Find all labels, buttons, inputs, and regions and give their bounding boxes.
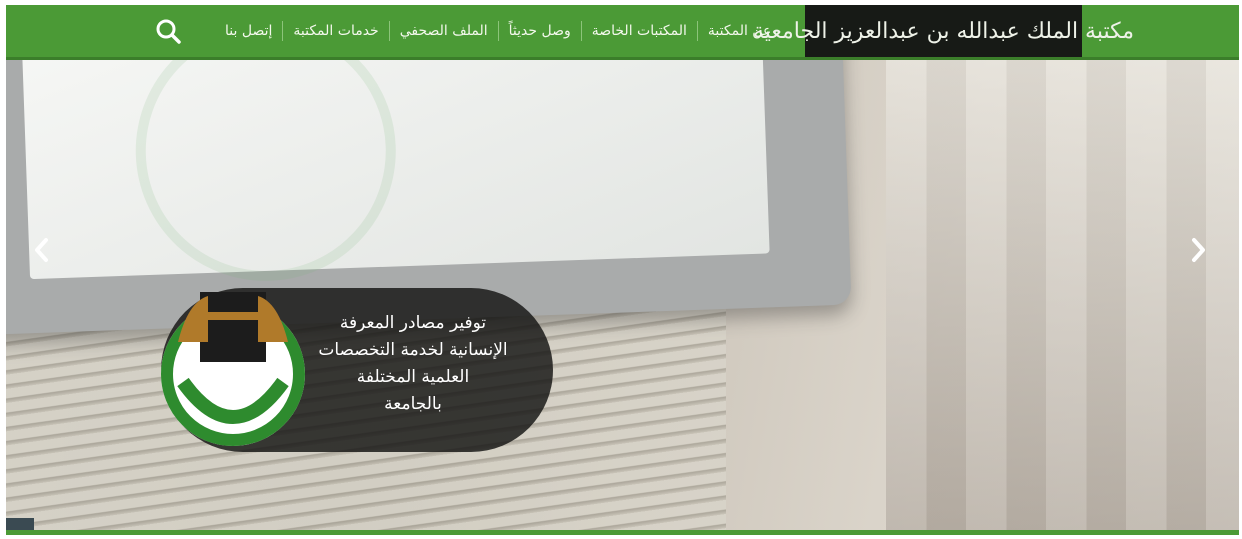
university-logo-icon	[161, 292, 305, 446]
caption-line: الإنسانية لخدمة التخصصات	[318, 340, 508, 360]
university-watermark	[131, 60, 401, 286]
menu-press-file[interactable]: الملف الصحفي	[390, 5, 498, 57]
menu-special-libraries[interactable]: المكتبات الخاصة	[582, 5, 697, 57]
hero-slider: توفير مصادر المعرفة الإنسانية لخدمة التخ…	[6, 60, 1239, 530]
library-name: مكتبة الملك عبدالله بن عبدالعزيز الجامعي…	[752, 18, 1135, 44]
chevron-right-icon[interactable]	[1186, 235, 1210, 265]
bottom-green-bar	[6, 530, 1239, 535]
menu-contact-us[interactable]: إتصل بنا	[215, 5, 282, 57]
hero-background-readers	[886, 60, 1239, 530]
caption-line: توفير مصادر المعرفة	[339, 313, 487, 333]
tablet-screen	[21, 60, 770, 286]
caption-line: بالجامعة	[384, 394, 442, 414]
menu-new-arrivals[interactable]: وصل حديثاً	[499, 5, 581, 57]
page-frame: مكتبة الملك عبدالله بن عبدالعزيز الجامعي…	[6, 5, 1239, 535]
menu-about-library[interactable]: عن المكتبة	[698, 5, 781, 57]
library-logo[interactable]: مكتبة الملك عبدالله بن عبدالعزيز الجامعي…	[753, 5, 1134, 57]
caption-line: العلمية المختلفة	[356, 367, 470, 387]
top-navigation: مكتبة الملك عبدالله بن عبدالعزيز الجامعي…	[6, 5, 1239, 60]
search-icon[interactable]	[154, 17, 182, 45]
menu-library-services[interactable]: خدمات المكتبة	[283, 5, 388, 57]
hero-caption: توفير مصادر المعرفة الإنسانية لخدمة التخ…	[298, 310, 528, 418]
main-menu: عن المكتبة المكتبات الخاصة وصل حديثاً ال…	[215, 5, 781, 57]
chevron-left-icon[interactable]	[30, 235, 54, 265]
